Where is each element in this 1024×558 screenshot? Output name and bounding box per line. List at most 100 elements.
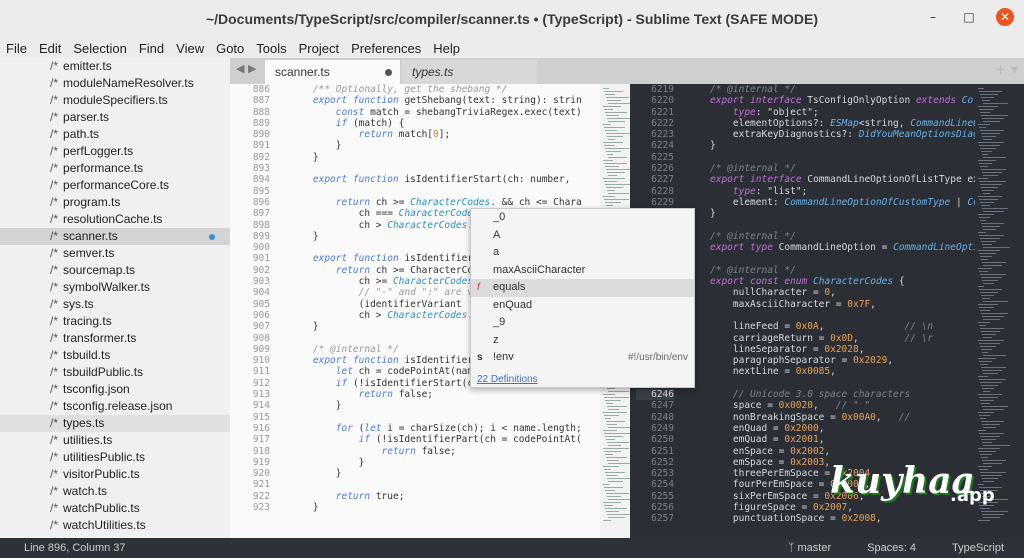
code-line[interactable]: export const enum CharacterCodes {	[710, 276, 1010, 287]
sidebar-file-item[interactable]: /* sys.ts	[0, 296, 230, 313]
menu-find[interactable]: Find	[133, 41, 170, 56]
code-line[interactable]: lineFeed = 0x0A, // \n	[710, 321, 1010, 332]
sidebar-file-item[interactable]: /* parser.ts	[0, 109, 230, 126]
sidebar-file-item[interactable]: /* performance.ts	[0, 160, 230, 177]
code-line[interactable]: return match[0];	[290, 129, 630, 140]
git-branch[interactable]: ᛉ master	[788, 542, 831, 554]
menu-preferences[interactable]: Preferences	[345, 41, 427, 56]
sidebar-file-item[interactable]: /* utilities.ts	[0, 432, 230, 449]
autocomplete-item[interactable]: s !env #!/usr/bin/env	[471, 349, 694, 367]
sidebar-file-item[interactable]: /* perfLogger.ts	[0, 143, 230, 160]
sidebar-file-item[interactable]: /* visitorPublic.ts	[0, 466, 230, 483]
menu-project[interactable]: Project	[293, 41, 345, 56]
code-line[interactable]: carriageReturn = 0x0D, // \r	[710, 333, 1010, 344]
sidebar-file-item[interactable]: /* watch.ts	[0, 483, 230, 500]
sidebar-file-item[interactable]: /* symbolWalker.ts	[0, 279, 230, 296]
tab-types[interactable]: types.ts	[402, 60, 537, 84]
code-line[interactable]	[710, 152, 1010, 163]
code-line[interactable]: }	[710, 208, 1010, 219]
nav-arrows-icon[interactable]: ◀ ▶	[236, 62, 256, 75]
code-line[interactable]: enQuad = 0x2000,	[710, 423, 1010, 434]
code-line[interactable]: /* @internal */	[710, 265, 1010, 276]
menu-tools[interactable]: Tools	[250, 41, 292, 56]
code-line[interactable]	[290, 479, 630, 490]
autocomplete-item[interactable]: maxAsciiCharacter	[471, 262, 694, 280]
code-line[interactable]	[710, 253, 1010, 264]
code-line[interactable]: if (!isIdentifierPart(ch = codePointAt(	[290, 434, 630, 445]
menu-selection[interactable]: Selection	[67, 41, 132, 56]
sidebar-file-item[interactable]: /* types.ts	[0, 415, 230, 432]
tab-scanner[interactable]: scanner.ts	[265, 60, 400, 84]
autocomplete-item[interactable]: enQuad	[471, 297, 694, 315]
sidebar-file-item[interactable]: /* tsbuild.ts	[0, 347, 230, 364]
code-line[interactable]: }	[290, 502, 630, 513]
indentation-setting[interactable]: Spaces: 4	[867, 542, 916, 554]
maximize-icon[interactable]: □	[960, 8, 978, 26]
sidebar-file-item[interactable]: /* semver.ts	[0, 245, 230, 262]
minimize-icon[interactable]: –	[924, 8, 942, 26]
sidebar-file-item[interactable]: /* tsconfig.release.json	[0, 398, 230, 415]
code-line[interactable]	[290, 186, 630, 197]
sidebar-file-item[interactable]: /* moduleNameResolver.ts	[0, 75, 230, 92]
sidebar-file-item[interactable]: /* tracing.ts	[0, 313, 230, 330]
code-line[interactable]: export function getShebang(text: string)…	[290, 95, 630, 106]
code-line[interactable]	[710, 310, 1010, 321]
code-line[interactable]: nonBreakingSpace = 0x00A0, //	[710, 412, 1010, 423]
code-line[interactable]: if (match) {	[290, 118, 630, 129]
close-icon[interactable]: ✕	[996, 8, 1014, 26]
code-line[interactable]	[290, 163, 630, 174]
sidebar-file-item[interactable]: /* path.ts	[0, 126, 230, 143]
code-line[interactable]: lineSeparator = 0x2028,	[710, 344, 1010, 355]
code-line[interactable]: /* @internal */	[710, 163, 1010, 174]
sidebar-file-item[interactable]: /* emitter.ts	[0, 58, 230, 75]
code-line[interactable]: }	[290, 468, 630, 479]
sidebar-file-item[interactable]: /* scanner.ts	[0, 228, 230, 245]
menu-help[interactable]: Help	[427, 41, 466, 56]
code-line[interactable]: export interface TsConfigOnlyOption exte…	[710, 95, 1010, 106]
code-line[interactable]: type: "list";	[710, 186, 1010, 197]
code-line[interactable]: element: CommandLineOptionOfCustomType |…	[710, 197, 1010, 208]
code-line[interactable]: }	[290, 400, 630, 411]
code-line[interactable]: }	[290, 140, 630, 151]
code-line[interactable]: // Unicode 3.0 space characters	[710, 389, 1010, 400]
code-line[interactable]: /* @internal */	[710, 231, 1010, 242]
autocomplete-item[interactable]: _0	[471, 209, 694, 227]
code-line[interactable]: export interface CommandLineOptionOfList…	[710, 174, 1010, 185]
code-line[interactable]: }	[290, 152, 630, 163]
sidebar-file-item[interactable]: /* tsbuildPublic.ts	[0, 364, 230, 381]
autocomplete-item[interactable]: _9	[471, 314, 694, 332]
sidebar-file-item[interactable]: /* resolutionCache.ts	[0, 211, 230, 228]
code-line[interactable]: return false;	[290, 389, 630, 400]
menu-file[interactable]: File	[0, 41, 33, 56]
code-line[interactable]: space = 0x0020, // " "	[710, 400, 1010, 411]
menu-edit[interactable]: Edit	[33, 41, 67, 56]
code-line[interactable]: const match = shebangTriviaRegex.exec(te…	[290, 107, 630, 118]
code-line[interactable]: return true;	[290, 491, 630, 502]
autocomplete-item[interactable]: z	[471, 332, 694, 350]
code-line[interactable]	[710, 378, 1010, 389]
autocomplete-item[interactable]: A	[471, 227, 694, 245]
code-line[interactable]: elementOptions?: ESMap<string, CommandLi…	[710, 118, 1010, 129]
sidebar-file-item[interactable]: /* moduleSpecifiers.ts	[0, 92, 230, 109]
code-line[interactable]: }	[290, 457, 630, 468]
code-line[interactable]: nullCharacter = 0,	[710, 287, 1010, 298]
sidebar-file-item[interactable]: /* tsconfig.json	[0, 381, 230, 398]
definitions-link[interactable]: 22 Definitions	[471, 374, 538, 385]
code-line[interactable]: /** Optionally, get the shebang */	[290, 84, 630, 95]
syntax-selector[interactable]: TypeScript	[952, 542, 1004, 554]
code-line[interactable]: nextLine = 0x0085,	[710, 366, 1010, 377]
sidebar-file-item[interactable]: /* watchUtilities.ts	[0, 517, 230, 534]
code-line[interactable]: paragraphSeparator = 0x2029,	[710, 355, 1010, 366]
code-line[interactable]: return ch >= CharacterCodes. && ch <= Ch…	[290, 197, 630, 208]
code-line[interactable]: export type CommandLineOption = CommandL…	[710, 242, 1010, 253]
code-line[interactable]: }	[710, 140, 1010, 151]
code-line[interactable]	[710, 220, 1010, 231]
new-tab-icon[interactable]: + ▾	[995, 62, 1018, 78]
code-line[interactable]: export function isIdentifierStart(ch: nu…	[290, 174, 630, 185]
sidebar-file-item[interactable]: /* transformer.ts	[0, 330, 230, 347]
code-line[interactable]: for (let i = charSize(ch); i < name.leng…	[290, 423, 630, 434]
sidebar-file-item[interactable]: /* utilitiesPublic.ts	[0, 449, 230, 466]
menu-goto[interactable]: Goto	[210, 41, 250, 56]
sidebar-file-item[interactable]: /* sourcemap.ts	[0, 262, 230, 279]
code-line[interactable]: /* @internal */	[710, 84, 1010, 95]
